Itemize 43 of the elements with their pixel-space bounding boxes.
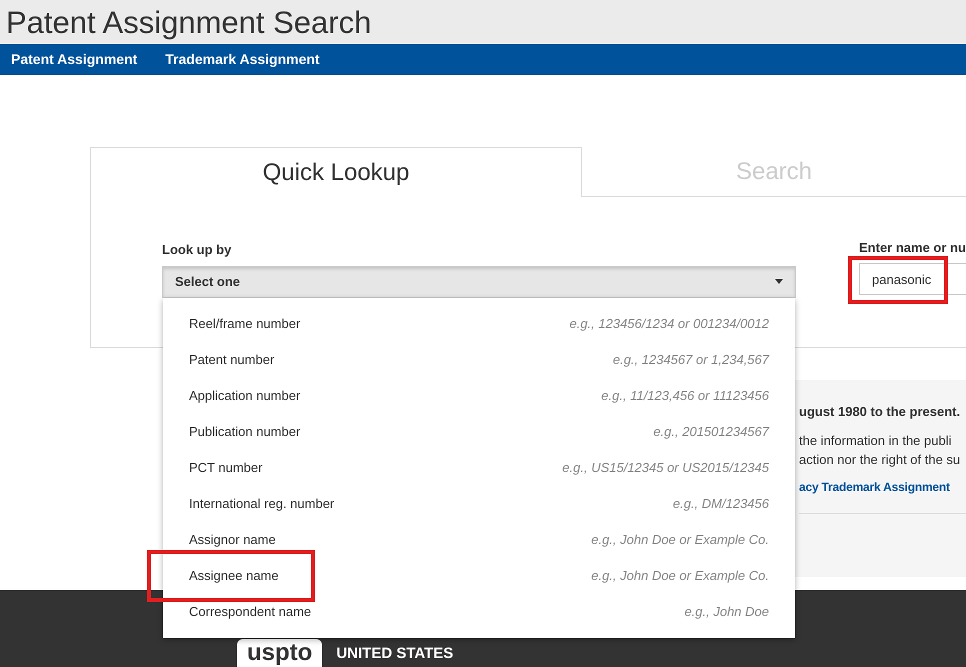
option-label: Reel/frame number (189, 315, 300, 334)
option-label: Application number (189, 387, 300, 406)
field-label: Enter name or nu (859, 240, 966, 255)
option-label: Correspondent name (189, 603, 312, 622)
info-text: action nor the right of the su (799, 450, 962, 468)
dropdown-option[interactable]: International reg. number e.g., DM/123456 (163, 486, 795, 522)
option-label: Publication number (189, 423, 300, 442)
dropdown-option[interactable]: Assignee name e.g., John Doe or Example Co. (163, 558, 795, 594)
option-label: International reg. number (189, 495, 334, 514)
option-example: e.g., US15/12345 or US2015/12345 (562, 459, 769, 478)
field-label: Look up by (162, 241, 232, 259)
nav-link[interactable]: Trademark Assignment (165, 49, 320, 70)
info-heading: ugust 1980 to the present. (799, 403, 962, 421)
nav-link[interactable]: Patent Assignment (11, 49, 138, 70)
dropdown-option[interactable]: Application number e.g., 11/123,456 or 11123456 (163, 378, 795, 414)
dropdown-option[interactable]: Correspondent name e.g., John Doe (163, 594, 795, 630)
option-example: e.g., 1234567 or 1,234,567 (612, 351, 769, 370)
option-label: Patent number (189, 351, 274, 370)
dropdown-option[interactable]: Publication number e.g., 201501234567 (163, 414, 795, 450)
option-example: e.g., 11/123,456 or 11123456 (601, 387, 769, 406)
page-title: Patent Assignment Search (6, 6, 372, 38)
option-example: e.g., 123456/1234 or 001234/0012 (569, 315, 769, 334)
logo-caption: UNITED STATES (336, 644, 454, 664)
option-example: e.g., 201501234567 (653, 423, 769, 442)
option-example: e.g., John Doe (684, 603, 769, 622)
option-label: PCT number (189, 459, 262, 478)
option-example: e.g., John Doe or Example Co. (591, 567, 769, 586)
select-value: Select one (175, 272, 240, 291)
footer-logo: uspto (237, 639, 322, 667)
dropdown-option[interactable]: Assignor name e.g., John Doe or Example Co. (163, 522, 795, 558)
caret-icon (775, 279, 783, 284)
info-link[interactable]: acy Trademark Assignment (799, 478, 966, 496)
option-example: e.g., DM/123456 (672, 495, 769, 514)
dropdown-option[interactable]: Patent number e.g., 1234567 or 1,234,567 (163, 342, 795, 378)
dropdown-option[interactable]: Reel/frame number e.g., 123456/1234 or 001234/0012 (163, 306, 795, 342)
option-label: Assignee name (189, 567, 279, 586)
option-example: e.g., John Doe or Example Co. (591, 531, 769, 550)
name-input[interactable]: panasonic (859, 263, 966, 295)
select-dropdown[interactable]: Select one (162, 266, 796, 298)
info-text: the information in the publi (799, 432, 952, 450)
option-label: Assignor name (189, 531, 276, 550)
tab[interactable]: Quick Lookup (90, 147, 582, 197)
dropdown-option[interactable]: PCT number e.g., US15/12345 or US2015/12345 (163, 450, 795, 486)
